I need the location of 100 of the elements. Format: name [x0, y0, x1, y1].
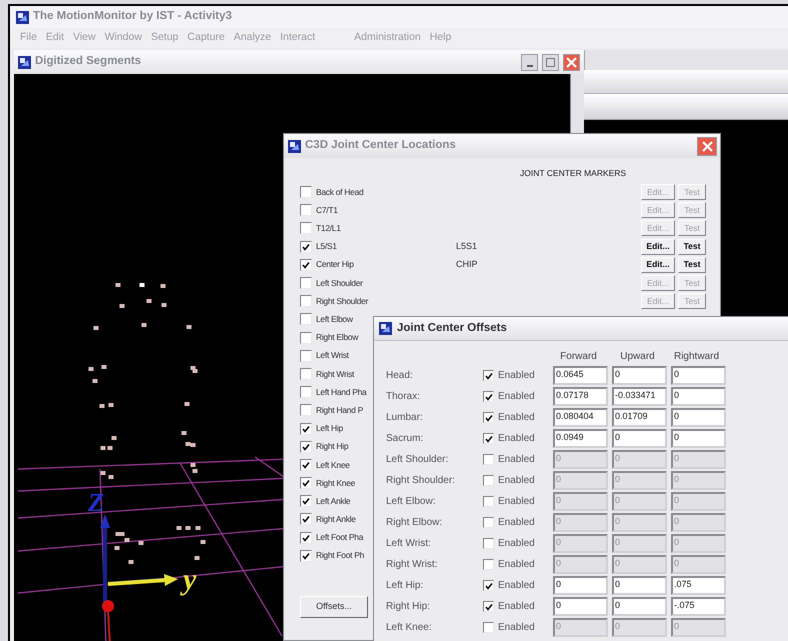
input-field[interactable]: 0: [612, 618, 667, 637]
menu-item[interactable]: Capture: [187, 30, 225, 46]
checkbox-label: Enabled: [498, 621, 536, 635]
edit-button[interactable]: Edit...: [641, 256, 675, 273]
input-field[interactable]: 0: [553, 513, 608, 532]
input-field[interactable]: 0: [671, 471, 726, 490]
input-field[interactable]: 0: [612, 471, 667, 490]
input-field[interactable]: 0: [612, 597, 667, 616]
input-field[interactable]: 0.01709: [612, 408, 667, 427]
checkbox[interactable]: [300, 240, 312, 253]
input-field[interactable]: 0: [553, 555, 608, 574]
input-field[interactable]: 0: [671, 366, 726, 385]
input-field[interactable]: 0: [671, 450, 726, 469]
minimize-button[interactable]: [521, 54, 538, 70]
input-field[interactable]: 0: [553, 492, 608, 511]
input-field[interactable]: 0: [612, 429, 667, 448]
menu-item[interactable]: Analyze: [234, 30, 272, 46]
menu-item[interactable]: Window: [104, 30, 142, 46]
menu-item[interactable]: Setup: [150, 30, 178, 46]
input-field[interactable]: 0: [553, 576, 608, 595]
checkbox[interactable]: [300, 350, 312, 362]
maximize-button[interactable]: [542, 54, 559, 70]
test-button[interactable]: Test: [678, 238, 706, 255]
checkbox[interactable]: [300, 477, 312, 490]
checkbox[interactable]: [483, 370, 494, 381]
input-field[interactable]: 0: [671, 618, 726, 637]
input-field[interactable]: 0: [553, 597, 608, 616]
checkbox-label: Right Knee: [316, 476, 356, 490]
input-field[interactable]: 0: [671, 555, 726, 574]
maximize-icon: [545, 56, 556, 68]
checkbox[interactable]: [483, 454, 494, 465]
checkbox[interactable]: [300, 440, 312, 453]
input-field[interactable]: 0: [553, 450, 608, 469]
input-field[interactable]: 0: [612, 576, 667, 595]
input-field[interactable]: 0: [671, 534, 726, 553]
input-field[interactable]: 0: [612, 492, 667, 511]
input-field[interactable]: 0: [671, 513, 726, 532]
column-header: Upward: [619, 350, 656, 364]
checkbox[interactable]: [483, 559, 494, 570]
input-field[interactable]: 0: [671, 492, 726, 511]
checkbox[interactable]: [483, 601, 494, 612]
checkbox[interactable]: [483, 538, 494, 549]
checkbox[interactable]: [300, 458, 312, 471]
checkbox[interactable]: [300, 550, 312, 562]
input-field[interactable]: 0: [553, 471, 608, 490]
checkbox[interactable]: [483, 391, 494, 402]
input-field[interactable]: 0.0949: [553, 429, 608, 448]
menu-item[interactable]: Edit: [46, 30, 64, 46]
checkbox[interactable]: [300, 386, 312, 398]
close-icon: [566, 56, 577, 68]
checkbox[interactable]: [483, 580, 494, 591]
checkbox[interactable]: [300, 532, 312, 544]
checkbox-label: Left Ankle: [316, 494, 350, 508]
test-button[interactable]: Test: [678, 256, 706, 273]
checkbox[interactable]: [483, 517, 494, 528]
checkbox[interactable]: [483, 433, 494, 444]
input-field[interactable]: 0: [612, 450, 667, 469]
field-label: Left Wrist:: [386, 537, 432, 551]
checkbox-label: Back of Head: [316, 186, 364, 198]
checkbox[interactable]: [300, 258, 312, 271]
input-field[interactable]: 0: [553, 534, 608, 553]
input-field[interactable]: 0.0645: [553, 366, 608, 385]
checkbox-label: Enabled: [498, 453, 536, 467]
checkbox[interactable]: [300, 368, 312, 380]
input-field[interactable]: 0: [671, 387, 726, 406]
input-field[interactable]: 0: [553, 618, 608, 637]
input-field[interactable]: 0.07178: [553, 387, 608, 406]
checkbox[interactable]: [483, 412, 494, 423]
input-field[interactable]: 0: [612, 555, 667, 574]
close-button[interactable]: [563, 54, 580, 70]
input-field[interactable]: -.075: [671, 597, 726, 616]
close-button[interactable]: [697, 136, 717, 156]
app-icon: [288, 140, 301, 152]
menu-item[interactable]: Interact: [280, 30, 316, 46]
checkbox[interactable]: [300, 313, 312, 326]
input-field[interactable]: 0.080404: [553, 408, 608, 427]
input-field[interactable]: 0: [671, 408, 726, 427]
checkbox[interactable]: [300, 404, 312, 416]
offsets-button[interactable]: Offsets...: [300, 596, 368, 618]
checkbox[interactable]: [300, 513, 312, 526]
checkbox[interactable]: [483, 622, 494, 633]
input-field[interactable]: .075: [671, 576, 726, 595]
input-field[interactable]: 0: [612, 534, 667, 553]
checkbox[interactable]: [300, 495, 312, 508]
input-field[interactable]: 0: [671, 429, 726, 448]
checkbox[interactable]: [300, 422, 312, 435]
edit-button[interactable]: Edit...: [641, 238, 675, 255]
checkbox[interactable]: [300, 332, 312, 344]
dialog-title: C3D Joint Center Locations: [305, 138, 457, 154]
input-field[interactable]: 0: [612, 513, 667, 532]
checkbox[interactable]: [483, 475, 494, 486]
input-field[interactable]: 0: [612, 366, 667, 385]
checkbox[interactable]: [483, 496, 494, 507]
checkbox-label: T12/L1: [316, 222, 341, 235]
input-field[interactable]: -0.033471: [612, 387, 667, 406]
menu-item[interactable]: File: [20, 30, 37, 46]
menu-item[interactable]: Administration: [354, 30, 421, 46]
menu-item[interactable]: Help: [430, 30, 452, 46]
menu-item[interactable]: View: [73, 30, 96, 46]
checkbox-label: Right Wrist: [316, 368, 354, 380]
